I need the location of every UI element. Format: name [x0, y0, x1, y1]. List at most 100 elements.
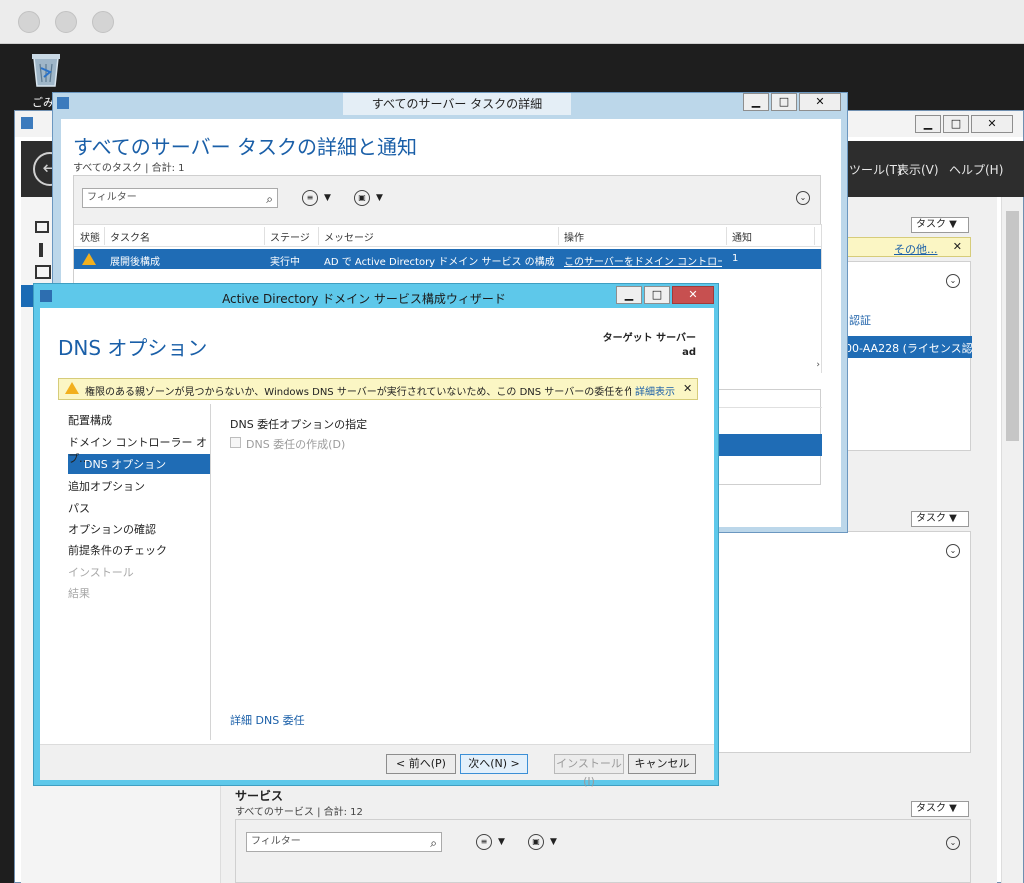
nav-item-paths[interactable]: パス — [68, 500, 90, 516]
mac-close-dot[interactable] — [18, 11, 40, 33]
menu-tools[interactable]: ツール(T) — [849, 161, 902, 178]
dashboard-icon[interactable] — [35, 221, 49, 233]
close-button[interactable]: ✕ — [971, 115, 1013, 133]
nav-item-dns-options[interactable]: DNS オプション — [84, 456, 166, 472]
install-button: インストール(I) — [554, 754, 624, 788]
column-task-name[interactable]: タスク名 — [110, 229, 150, 244]
close-icon[interactable]: ✕ — [953, 240, 962, 253]
chevron-down-icon[interactable]: ▼ — [324, 193, 331, 203]
wizard-title: Active Directory ドメイン サービス構成ウィザード — [222, 292, 506, 306]
ad-ds-wizard-window: Active Directory ドメイン サービス構成ウィザード ▁ □ ✕ … — [33, 283, 719, 788]
mac-minimize-dot[interactable] — [55, 11, 77, 33]
dns-section-title: DNS 委任オプションの指定 — [230, 418, 368, 431]
maximize-button[interactable]: □ — [943, 115, 969, 133]
menu-help[interactable]: ヘルプ(H) — [949, 161, 1003, 178]
column-status[interactable]: 状態 — [80, 229, 100, 244]
chevron-down-icon[interactable]: ▼ — [498, 837, 505, 847]
scroll-right-icon[interactable]: › — [816, 360, 820, 370]
tasks-dropdown-mid[interactable]: タスク ▼ — [911, 511, 969, 527]
minimize-button[interactable]: ▁ — [743, 93, 769, 111]
product-id-row[interactable]: 000-AA228 (ライセンス認証 — [836, 336, 972, 358]
nav-item-deployment[interactable]: 配置構成 — [68, 412, 112, 428]
row-action-link[interactable]: このサーバーをドメイン コントローラー… — [564, 253, 722, 268]
save-query-icon[interactable]: ▣ — [528, 834, 544, 850]
row-task-name: 展開後構成 — [110, 257, 160, 268]
services-title: サービス — [235, 789, 284, 803]
row-notification: 1 — [732, 253, 739, 264]
chevron-down-icon[interactable]: ⌄ — [946, 544, 960, 558]
wizard-body: DNS オプション ターゲット サーバー ad 権限のある親ゾーンが見つからない… — [40, 308, 714, 788]
chevron-down-icon[interactable]: ▼ — [376, 193, 383, 203]
other-link[interactable]: その他... — [894, 241, 938, 257]
task-details-app-icon — [57, 97, 69, 109]
services-subtitle: すべてのサービス | 合計: 12 — [235, 807, 363, 818]
maximize-button[interactable]: □ — [644, 286, 670, 304]
nav-item-additional-options[interactable]: 追加オプション — [68, 478, 145, 494]
recycle-bin-icon[interactable] — [28, 50, 64, 88]
search-icon[interactable]: ⌕ — [430, 834, 437, 852]
wizard-app-icon — [40, 290, 52, 302]
tasks-dropdown-services[interactable]: タスク ▼ — [911, 801, 969, 817]
cancel-button[interactable]: キャンセル — [628, 754, 696, 774]
next-button[interactable]: 次へ(N) > — [460, 754, 528, 774]
services-filter-input[interactable]: フィルター ⌕ — [246, 832, 442, 852]
column-action[interactable]: 操作 — [564, 229, 584, 244]
wizard-divider — [210, 404, 211, 740]
all-servers-icon[interactable] — [35, 265, 51, 279]
filter-placeholder: フィルター — [251, 836, 301, 847]
task-details-title: すべてのサーバー タスクの詳細 — [343, 93, 571, 115]
warning-text: 権限のある親ゾーンが見つからないか、Windows DNS サーバーが実行されて… — [85, 387, 631, 398]
chevron-down-icon[interactable]: ⌄ — [946, 836, 960, 850]
warning-icon — [82, 253, 96, 265]
wizard-nav: 配置構成 ドメイン コントローラー オプ… DNS オプション 追加オプション … — [40, 404, 210, 740]
task-filter-input[interactable]: フィルター ⌕ — [82, 188, 278, 208]
column-notification[interactable]: 通知 — [732, 229, 752, 244]
local-server-icon[interactable] — [39, 243, 43, 257]
nav-item-install: インストール — [68, 566, 134, 579]
search-icon[interactable]: ⌕ — [266, 190, 273, 208]
nav-item-results: 結果 — [68, 587, 90, 600]
mac-title-bar — [0, 0, 1024, 44]
row-message: AD で Active Directory ドメイン サービス の構成… — [324, 257, 554, 268]
server-manager-scrollbar[interactable] — [1001, 197, 1023, 883]
scrollbar-thumb[interactable] — [1006, 211, 1019, 441]
task-grid-header: 状態 タスク名 ステージ メッセージ 操作 通知 — [74, 225, 822, 247]
close-icon[interactable]: ✕ — [683, 382, 692, 395]
save-query-icon[interactable]: ▣ — [354, 190, 370, 206]
chevron-down-icon[interactable]: ⌄ — [796, 191, 810, 205]
services-panel: フィルター ⌕ ≡ ▼ ▣ ▼ ⌄ — [235, 819, 971, 883]
maximize-button[interactable]: □ — [771, 93, 797, 111]
tasks-dropdown-label: タスク — [916, 513, 946, 524]
mac-zoom-dot[interactable] — [92, 11, 114, 33]
close-button[interactable]: ✕ — [672, 286, 714, 304]
tasks-dropdown-label: タスク — [916, 803, 946, 814]
table-row[interactable]: 展開後構成 実行中 AD で Active Directory ドメイン サービ… — [74, 249, 822, 269]
target-server-value: ad — [682, 347, 696, 358]
warning-icon — [65, 382, 79, 394]
wizard-heading: DNS オプション — [58, 336, 208, 360]
chevron-down-icon[interactable]: ▼ — [550, 837, 557, 847]
task-details-heading: すべてのサーバー タスクの詳細と通知 — [73, 135, 417, 159]
close-button[interactable]: ✕ — [799, 93, 841, 111]
row-stage: 実行中 — [270, 257, 300, 268]
show-details-link[interactable]: 詳細表示 — [635, 383, 675, 398]
list-options-icon[interactable]: ≡ — [302, 190, 318, 206]
advanced-dns-delegation-link[interactable]: 詳細 DNS 委任 — [230, 712, 305, 728]
nav-item-prereq[interactable]: 前提条件のチェック — [68, 542, 167, 558]
dns-delegation-checkbox[interactable] — [230, 437, 241, 448]
recycle-bin-label: ごみ — [32, 96, 54, 109]
filter-placeholder: フィルター — [87, 192, 137, 203]
server-manager-app-icon — [21, 117, 33, 129]
chevron-down-icon[interactable]: ⌄ — [946, 274, 960, 288]
minimize-button[interactable]: ▁ — [915, 115, 941, 133]
target-server: ターゲット サーバー ad — [603, 332, 696, 360]
tasks-dropdown-top[interactable]: タスク ▼ — [911, 217, 969, 233]
menu-view[interactable]: 表示(V) — [897, 161, 939, 178]
column-message[interactable]: メッセージ — [324, 229, 374, 244]
minimize-button[interactable]: ▁ — [616, 286, 642, 304]
column-stage[interactable]: ステージ — [270, 229, 310, 244]
list-options-icon[interactable]: ≡ — [476, 834, 492, 850]
back-button[interactable]: < 前へ(P) — [386, 754, 456, 774]
task-details-subtitle: すべてのタスク | 合計: 1 — [73, 163, 185, 174]
nav-item-review[interactable]: オプションの確認 — [68, 521, 156, 537]
